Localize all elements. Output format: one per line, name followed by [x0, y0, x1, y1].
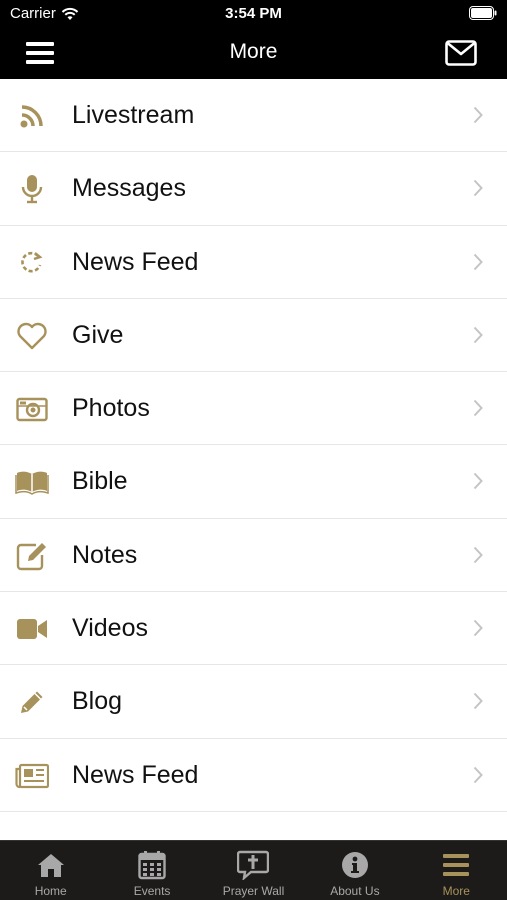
- menu-item-label: Photos: [72, 394, 150, 423]
- more-menu-list: Livestream Messages News Feed Give Photo…: [0, 79, 507, 812]
- tab-prayer-wall[interactable]: Prayer Wall: [203, 841, 304, 900]
- menu-item-label: News Feed: [72, 247, 199, 276]
- refresh-icon: [15, 246, 49, 280]
- mail-icon[interactable]: [445, 40, 477, 66]
- menu-item-livestream[interactable]: Livestream: [0, 79, 507, 153]
- pencil-icon: [15, 685, 49, 719]
- edit-icon: [15, 539, 49, 573]
- menu-item-news-feed-2[interactable]: News Feed: [0, 738, 507, 812]
- chevron-right-icon: [473, 473, 483, 490]
- menu-item-label: Bible: [72, 467, 128, 496]
- status-bar: Carrier 3:54 PM: [0, 0, 507, 28]
- chevron-right-icon: [473, 326, 483, 344]
- video-camera-icon: [15, 612, 49, 646]
- tab-about-us[interactable]: About Us: [304, 841, 405, 900]
- menu-icon: [440, 849, 472, 881]
- menu-item-bible[interactable]: Bible: [0, 445, 507, 519]
- chevron-right-icon: [473, 253, 483, 270]
- chevron-right-icon: [473, 693, 483, 710]
- menu-item-blog[interactable]: Blog: [0, 665, 507, 739]
- menu-item-label: Livestream: [72, 101, 195, 129]
- menu-item-label: Videos: [72, 614, 148, 643]
- menu-item-notes[interactable]: Notes: [0, 518, 507, 593]
- microphone-icon: [15, 172, 49, 206]
- chevron-right-icon: [473, 619, 483, 637]
- camera-icon: [15, 392, 49, 426]
- heart-icon: [15, 319, 49, 353]
- book-icon: [15, 465, 49, 499]
- menu-item-give[interactable]: Give: [0, 298, 507, 373]
- tab-home[interactable]: Home: [0, 841, 101, 900]
- menu-item-photos[interactable]: Photos: [0, 372, 507, 446]
- tab-label: About Us: [330, 884, 380, 898]
- chevron-right-icon: [473, 106, 483, 124]
- menu-item-label: News Feed: [72, 760, 199, 789]
- tab-events[interactable]: Events: [101, 841, 202, 900]
- menu-item-label: Give: [72, 320, 124, 349]
- status-time: 3:54 PM: [225, 5, 282, 22]
- prayer-icon: [237, 849, 270, 881]
- menu-item-label: Notes: [72, 540, 138, 569]
- rss-icon: [15, 99, 49, 133]
- info-icon: [339, 849, 371, 881]
- battery-icon: [469, 6, 497, 20]
- tab-label: Prayer Wall: [222, 884, 285, 898]
- page-title: More: [229, 40, 278, 63]
- top-bar: Carrier 3:54 PM More: [0, 0, 507, 79]
- chevron-right-icon: [473, 766, 483, 783]
- menu-item-videos[interactable]: Videos: [0, 592, 507, 666]
- chevron-right-icon: [473, 180, 483, 197]
- tab-bar: Home Events Prayer Wall About Us More: [0, 840, 507, 900]
- home-icon: [35, 849, 67, 881]
- chevron-right-icon: [473, 400, 483, 417]
- newspaper-icon: [15, 759, 49, 793]
- menu-item-news-feed[interactable]: News Feed: [0, 225, 507, 299]
- tab-more[interactable]: More: [406, 841, 507, 900]
- tab-label: More: [442, 884, 470, 898]
- more-screen: Carrier 3:54 PM More Livestream Messages…: [0, 0, 507, 900]
- menu-item-label: Blog: [72, 687, 123, 716]
- menu-item-label: Messages: [72, 174, 186, 203]
- tab-label: Home: [34, 884, 67, 898]
- chevron-right-icon: [473, 546, 483, 563]
- calendar-icon: [136, 849, 168, 881]
- menu-item-messages[interactable]: Messages: [0, 152, 507, 226]
- navigation-bar: More: [0, 28, 507, 79]
- tab-label: Events: [133, 884, 171, 898]
